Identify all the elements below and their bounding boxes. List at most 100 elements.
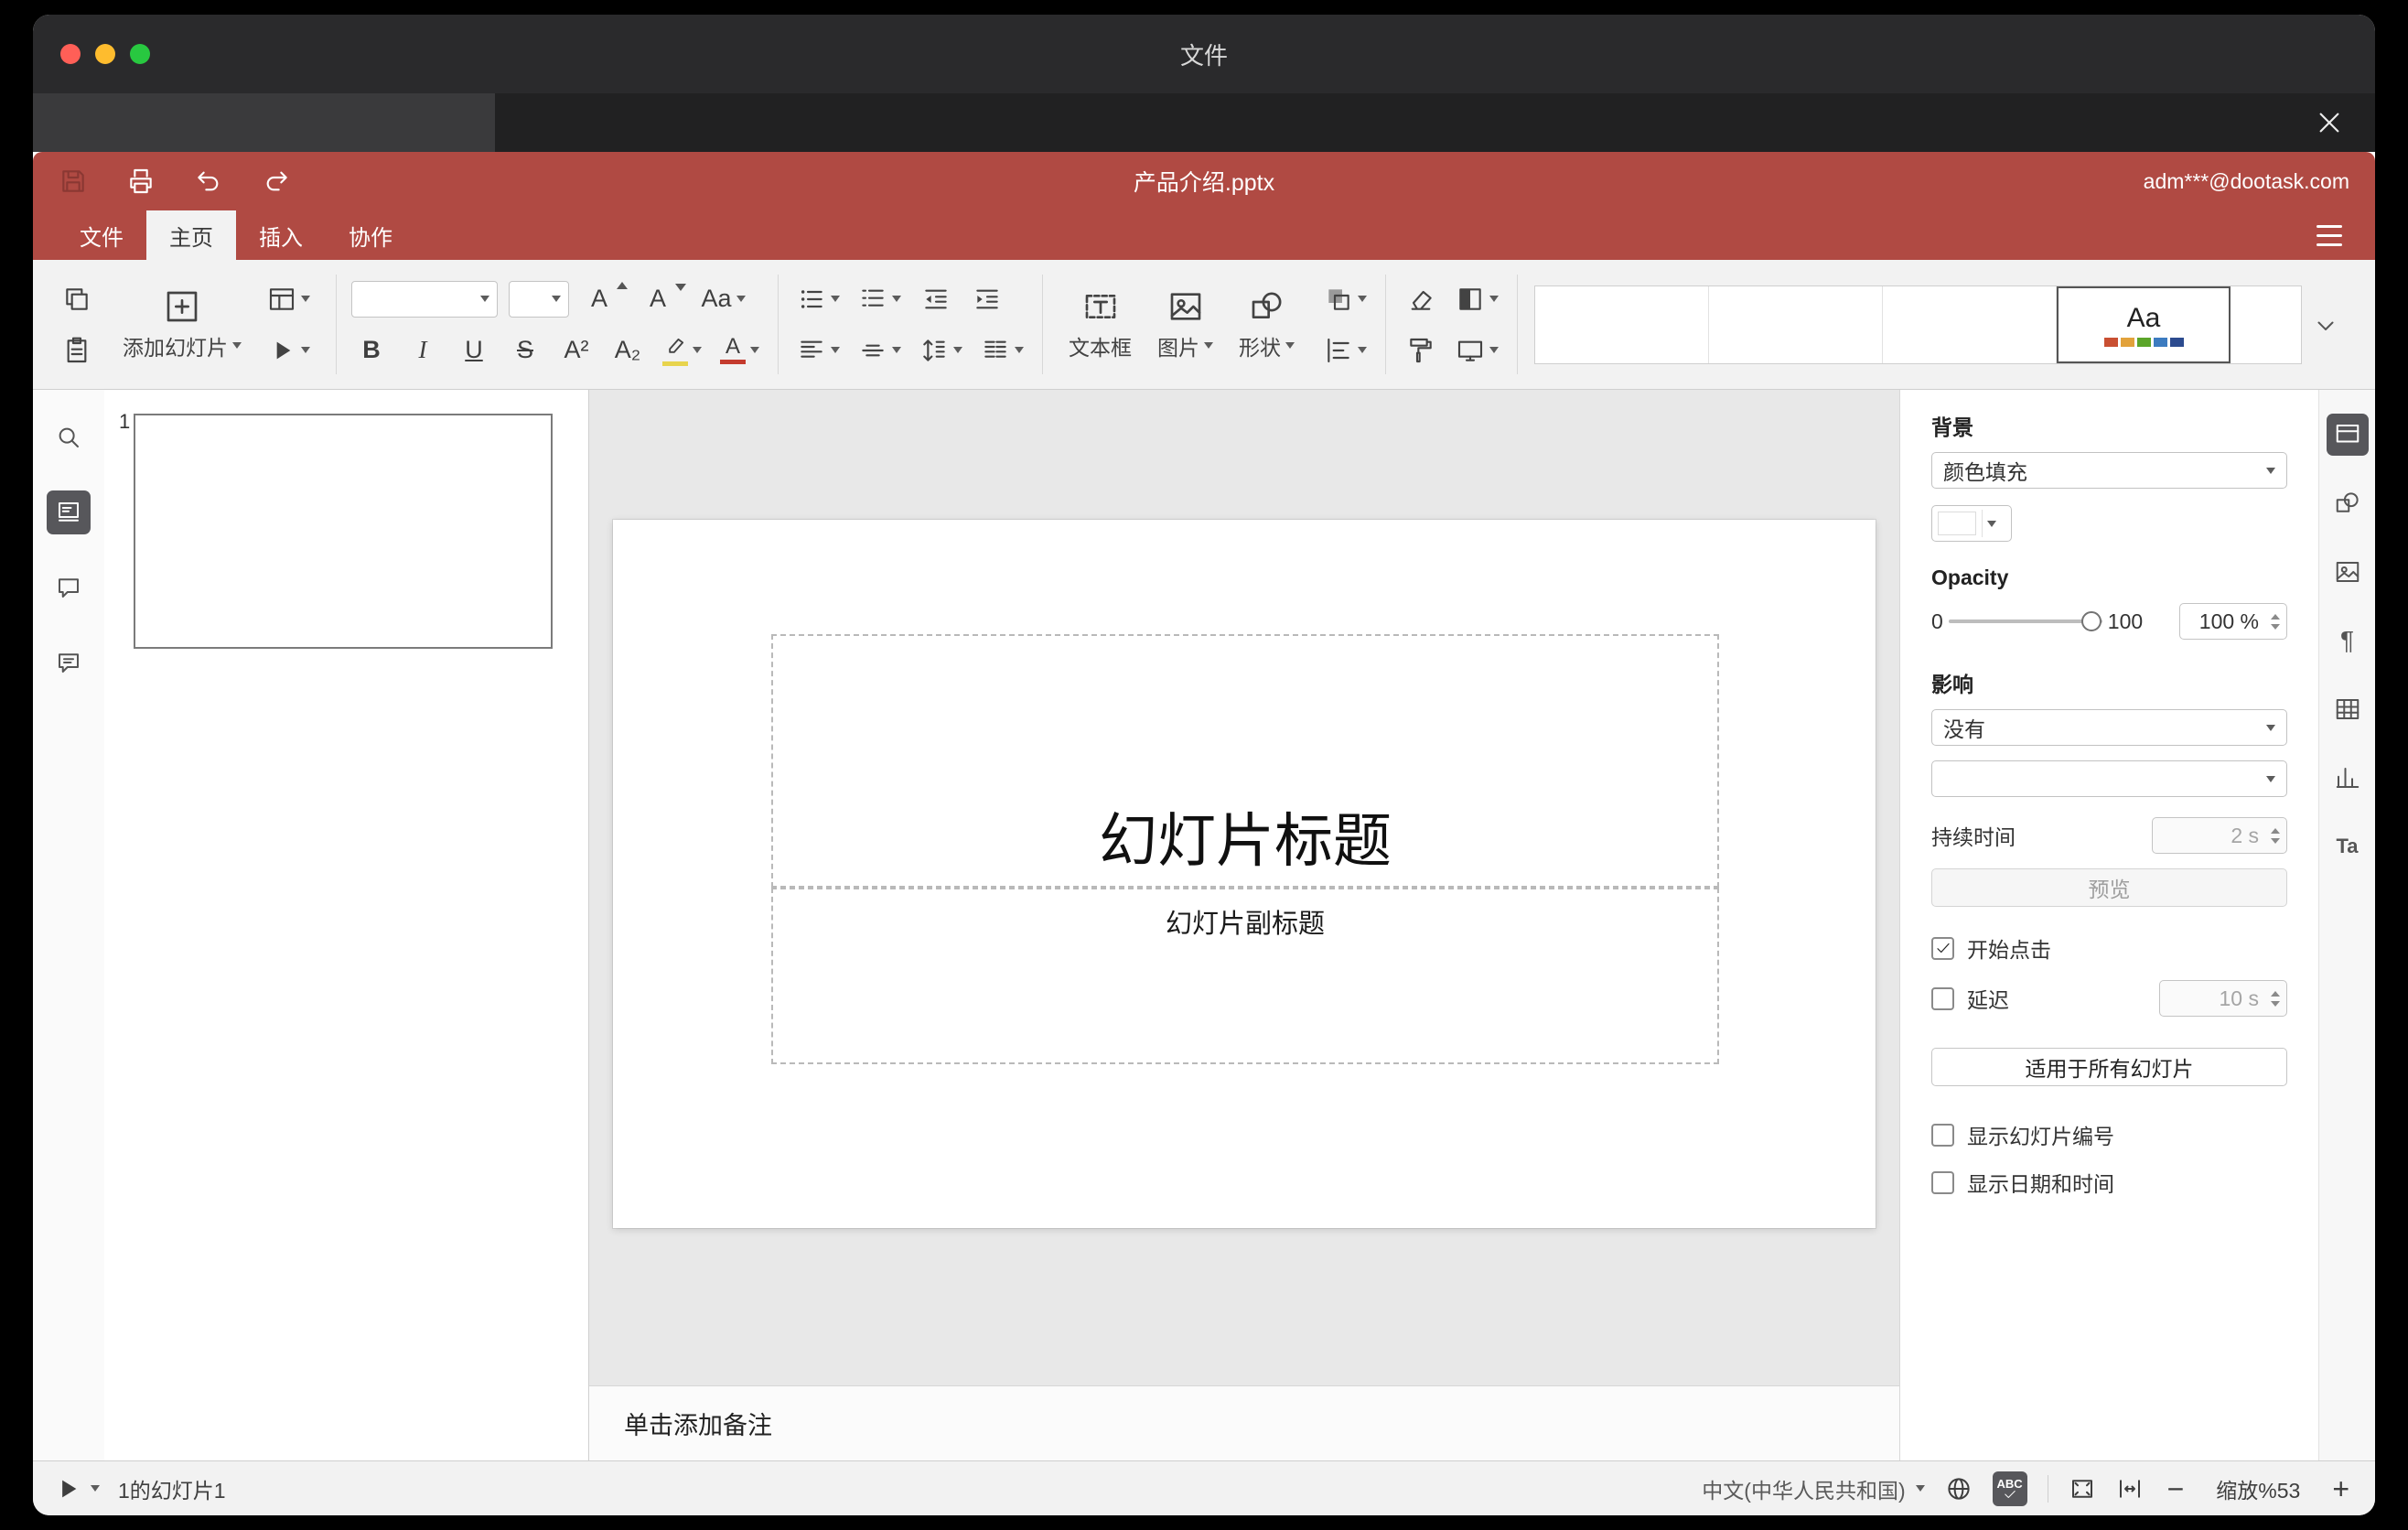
add-slide-button[interactable]: 添加幻灯片 bbox=[112, 271, 253, 379]
notes-area[interactable]: 单击添加备注 bbox=[589, 1385, 1899, 1460]
feedback-button[interactable] bbox=[47, 641, 91, 684]
comments-button[interactable] bbox=[47, 566, 91, 609]
tab-insert[interactable]: 插入 bbox=[236, 210, 326, 260]
strikeout-button[interactable]: S bbox=[505, 329, 545, 372]
chart-settings-button[interactable] bbox=[2327, 757, 2369, 799]
chevron-down-icon bbox=[2266, 724, 2275, 731]
italic-button[interactable]: I bbox=[403, 329, 443, 372]
start-slideshow-status-button[interactable] bbox=[55, 1476, 100, 1502]
preview-button[interactable]: 预览 bbox=[1931, 868, 2287, 907]
slider-handle[interactable] bbox=[2081, 611, 2102, 631]
slide-size-button[interactable] bbox=[1452, 329, 1502, 372]
increase-font-button[interactable]: A bbox=[580, 278, 628, 320]
arrow-down-icon bbox=[675, 283, 686, 291]
columns-button[interactable] bbox=[977, 329, 1027, 372]
close-traffic-light[interactable] bbox=[60, 44, 81, 64]
horizontal-align-button[interactable] bbox=[793, 329, 844, 372]
opacity-slider[interactable] bbox=[1948, 611, 2102, 631]
arrange-shape-button[interactable] bbox=[1320, 278, 1371, 320]
title-placeholder[interactable]: 幻灯片标题 bbox=[771, 634, 1719, 888]
spinner-arrows[interactable] bbox=[2271, 604, 2280, 639]
fill-color-picker[interactable] bbox=[1931, 505, 2012, 542]
bold-button[interactable]: B bbox=[351, 329, 392, 372]
delay-checkbox[interactable] bbox=[1931, 986, 1954, 1010]
zoom-traffic-light[interactable] bbox=[130, 44, 150, 64]
increase-indent-button[interactable] bbox=[967, 278, 1007, 320]
color-scheme-button[interactable] bbox=[1452, 278, 1502, 320]
spinner-arrows[interactable] bbox=[2271, 818, 2280, 853]
theme-thumbnail[interactable] bbox=[1709, 286, 1883, 363]
superscript-button[interactable]: A² bbox=[556, 329, 597, 372]
theme-thumbnail[interactable] bbox=[1883, 286, 2057, 363]
delay-input[interactable]: 10 s bbox=[2159, 980, 2287, 1017]
font-name-combo[interactable] bbox=[351, 280, 498, 318]
underline-button[interactable]: U bbox=[454, 329, 494, 372]
highlight-color-button[interactable] bbox=[659, 329, 705, 372]
theme-thumbnail-selected[interactable]: Aa bbox=[2057, 286, 2231, 363]
slide-thumbnail[interactable] bbox=[134, 414, 553, 649]
paragraph-settings-button[interactable]: ¶ bbox=[2327, 620, 2369, 662]
effect-option-select[interactable] bbox=[1931, 760, 2287, 797]
zoom-in-button[interactable]: + bbox=[2328, 1474, 2353, 1503]
show-date-time-checkbox[interactable] bbox=[1931, 1170, 1954, 1194]
decrease-indent-button[interactable] bbox=[916, 278, 956, 320]
slides-panel-button[interactable] bbox=[47, 490, 91, 534]
language-button[interactable]: 中文(中华人民共和国) bbox=[1702, 1473, 1925, 1504]
print-button[interactable] bbox=[126, 167, 156, 196]
image-settings-button[interactable] bbox=[2327, 551, 2369, 593]
tab-file[interactable]: 文件 bbox=[57, 210, 146, 260]
close-button[interactable] bbox=[2309, 102, 2349, 143]
clear-style-button[interactable] bbox=[1401, 278, 1441, 320]
spellcheck-button[interactable]: ABC bbox=[1992, 1471, 2027, 1506]
zoom-out-button[interactable]: − bbox=[2164, 1474, 2188, 1503]
slide-settings-button[interactable] bbox=[2326, 414, 2369, 456]
text-art-settings-button[interactable]: Ta bbox=[2327, 825, 2369, 867]
paste-button[interactable] bbox=[57, 329, 97, 372]
minimize-traffic-light[interactable] bbox=[95, 44, 115, 64]
chevron-down-icon bbox=[1358, 296, 1367, 302]
insert-image-button[interactable]: 图片 bbox=[1146, 271, 1224, 379]
document-language-button[interactable] bbox=[1945, 1475, 1973, 1503]
effect-select[interactable]: 没有 bbox=[1931, 709, 2287, 746]
change-case-button[interactable]: Aa bbox=[697, 278, 749, 320]
slide-canvas[interactable]: 幻灯片标题 幻灯片副标题 bbox=[589, 390, 1899, 1385]
slide-layout-button[interactable] bbox=[263, 278, 314, 320]
fill-type-select[interactable]: 颜色填充 bbox=[1931, 452, 2287, 489]
copy-button[interactable] bbox=[57, 278, 97, 320]
text-box-button[interactable]: 文本框 bbox=[1058, 271, 1143, 379]
bullets-button[interactable] bbox=[793, 278, 844, 320]
search-button[interactable] bbox=[47, 415, 91, 459]
fit-slide-button[interactable] bbox=[2069, 1475, 2096, 1503]
theme-thumbnail[interactable] bbox=[1535, 286, 1709, 363]
vertical-align-button[interactable] bbox=[855, 329, 905, 372]
fit-width-button[interactable] bbox=[2116, 1475, 2144, 1503]
insert-shape-button[interactable]: 形状 bbox=[1228, 271, 1306, 379]
menu-button[interactable] bbox=[2311, 220, 2348, 251]
chevron-down-icon bbox=[232, 342, 242, 349]
save-button[interactable] bbox=[59, 167, 88, 196]
subscript-button[interactable]: A₂ bbox=[607, 329, 648, 372]
copy-style-button[interactable] bbox=[1401, 329, 1441, 372]
line-spacing-button[interactable] bbox=[916, 329, 966, 372]
duration-input[interactable]: 2 s bbox=[2152, 817, 2287, 854]
decrease-font-button[interactable]: A bbox=[639, 278, 686, 320]
theme-gallery-expand-button[interactable] bbox=[2302, 286, 2349, 364]
slide[interactable]: 幻灯片标题 幻灯片副标题 bbox=[613, 520, 1876, 1228]
align-shape-button[interactable] bbox=[1320, 329, 1371, 372]
numbering-button[interactable] bbox=[855, 278, 905, 320]
redo-button[interactable] bbox=[262, 167, 291, 196]
shape-settings-button[interactable] bbox=[2327, 482, 2369, 524]
tab-home[interactable]: 主页 bbox=[146, 210, 236, 260]
apply-to-all-button[interactable]: 适用于所有幻灯片 bbox=[1931, 1048, 2287, 1086]
font-color-button[interactable]: A bbox=[716, 329, 763, 372]
undo-button[interactable] bbox=[194, 167, 223, 196]
start-slideshow-button[interactable] bbox=[263, 329, 314, 372]
opacity-input[interactable]: 100 % bbox=[2179, 603, 2287, 640]
start-on-click-checkbox[interactable] bbox=[1931, 936, 1954, 960]
show-slide-number-checkbox[interactable] bbox=[1931, 1123, 1954, 1147]
subtitle-placeholder[interactable]: 幻灯片副标题 bbox=[771, 888, 1719, 1064]
font-size-combo[interactable] bbox=[509, 280, 569, 318]
table-settings-button[interactable] bbox=[2327, 688, 2369, 730]
spinner-arrows[interactable] bbox=[2271, 981, 2280, 1016]
tab-collaboration[interactable]: 协作 bbox=[326, 210, 415, 260]
